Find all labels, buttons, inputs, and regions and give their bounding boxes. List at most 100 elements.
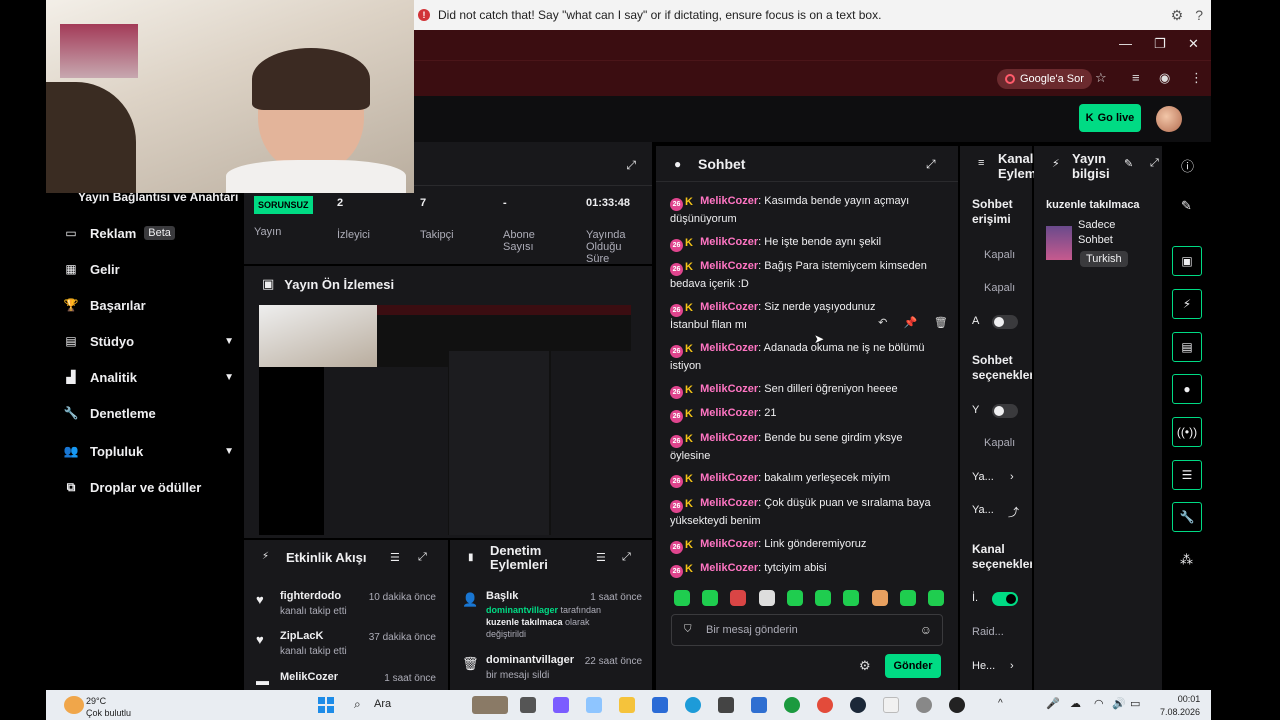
wifi-icon[interactable]: ◠ (1094, 697, 1104, 710)
minimize-icon[interactable]: — (1119, 36, 1132, 51)
taskbar-search[interactable]: ⌕ Ara (344, 695, 524, 715)
gift-icon: ⧉ (66, 479, 76, 494)
emote-icon[interactable] (730, 590, 747, 606)
help-icon[interactable]: ? (1195, 7, 1203, 24)
delete-icon[interactable]: 🗑 (934, 316, 948, 329)
toggle-switch[interactable] (992, 404, 1018, 418)
chrome-icon[interactable] (817, 697, 833, 713)
clock-time[interactable]: 00:01 (1172, 694, 1206, 704)
emote-icon[interactable] (674, 590, 690, 606)
expand-icon[interactable]: ⤢ (1150, 157, 1159, 170)
ya-item[interactable]: Ya... (972, 471, 994, 483)
filter-icon[interactable]: ☰ (390, 551, 400, 564)
expand-icon[interactable]: ⤢ (926, 157, 936, 172)
reply-icon[interactable]: ↶ (878, 316, 887, 329)
sidebar-item-reklam[interactable]: ▭ Reklam Beta (64, 220, 234, 246)
sidebar-item-denetleme[interactable]: 🔧 Denetleme (64, 400, 234, 426)
emote-icon[interactable] (871, 590, 888, 606)
microphone-icon[interactable]: 🎤 (1046, 697, 1060, 710)
bookmark-star-icon[interactable]: ☆ (1095, 70, 1107, 86)
settings-gear-icon[interactable]: ⚙ (1171, 7, 1184, 24)
app-icon[interactable] (949, 697, 965, 713)
share-icon[interactable]: ⁂ (1180, 552, 1193, 568)
rail-button-bolt[interactable]: ⚡ (1172, 289, 1202, 319)
channel-actions-title: Kanal Eylemleri (998, 151, 1038, 181)
dictation-bar: ! Did not catch that! Say "what can I sa… (414, 0, 1211, 30)
toggle-switch[interactable] (992, 315, 1018, 329)
expand-icon[interactable]: ⤢ (418, 551, 427, 564)
windows-start-icon[interactable] (318, 697, 334, 713)
edit-pencil-icon[interactable]: ✎ (1181, 198, 1192, 214)
send-button[interactable]: Gönder (885, 654, 941, 678)
toggle-switch-on[interactable] (992, 592, 1018, 606)
rail-button-layout[interactable]: ☰ (1172, 460, 1202, 490)
y-label: Y (972, 404, 980, 416)
he-item[interactable]: He... (972, 660, 995, 672)
filter-icon[interactable]: ☰ (596, 551, 606, 564)
profile-icon[interactable]: ◉ (1159, 70, 1170, 86)
ya-item[interactable]: Ya... (972, 504, 994, 516)
raid-item[interactable]: Raid... (972, 626, 1004, 638)
rail-button-screenshot[interactable]: ▣ (1172, 246, 1202, 276)
info-icon[interactable]: ⓘ (1181, 156, 1194, 175)
emoji-icon[interactable]: ☺ (920, 623, 932, 637)
subscriber-badge-icon: 26 (670, 475, 683, 488)
store-icon[interactable] (652, 697, 668, 713)
emote-icon[interactable] (815, 590, 832, 606)
settings-gear-icon[interactable]: ⚙ (859, 658, 871, 674)
avatar[interactable] (1156, 106, 1182, 132)
chevron-up-icon[interactable]: ^ (998, 698, 1003, 709)
app-icon[interactable] (718, 697, 734, 713)
go-live-button[interactable]: K Go live (1079, 104, 1141, 132)
copilot-icon[interactable] (553, 697, 569, 713)
sidebar-item-topluluk[interactable]: 👥 Topluluk ▼ (64, 438, 234, 464)
stream-preview-video[interactable] (259, 305, 631, 535)
chat-message: 26 K MelikCozer: Kasımda bende yayın açma… (670, 195, 910, 225)
emote-icon[interactable] (899, 590, 916, 606)
sidebar-item-studyo[interactable]: ▤ Stüdyo ▼ (64, 328, 234, 354)
closed-value[interactable]: Kapalı (984, 249, 1015, 261)
sidebar-item-droplar[interactable]: ⧉ Droplar ve ödüller (64, 474, 234, 500)
emote-icon[interactable] (786, 590, 803, 606)
viewers-stat: 2 İzleyici (337, 197, 371, 241)
maximize-icon[interactable]: ❐ (1154, 36, 1166, 52)
close-icon[interactable]: ✕ (1188, 36, 1199, 52)
emote-icon[interactable] (843, 590, 860, 606)
pin-icon[interactable]: 📌 (904, 316, 918, 329)
language-tag: Turkish (1080, 251, 1128, 267)
expand-icon[interactable]: ⤢ (626, 158, 636, 173)
onedrive-icon[interactable]: ☁ (1070, 697, 1081, 710)
edge-icon[interactable] (685, 697, 701, 713)
widgets-icon[interactable] (586, 697, 602, 713)
settings-gear-icon[interactable] (916, 697, 932, 713)
emote-icon[interactable] (758, 590, 775, 606)
rail-button-broadcast[interactable]: ((•)) (1172, 417, 1202, 447)
closed-value[interactable]: Kapalı (984, 282, 1015, 294)
vscode-icon[interactable] (751, 697, 767, 713)
emote-icon[interactable] (927, 590, 944, 606)
dictation-message: Did not catch that! Say "what can I say"… (438, 8, 882, 22)
clock-date[interactable]: 7.08.2026 (1160, 707, 1200, 717)
battery-icon[interactable]: ▭ (1130, 697, 1140, 710)
media-icon[interactable]: ≡ (1132, 70, 1140, 85)
rail-button-wrench[interactable]: 🔧 (1172, 502, 1202, 532)
closed-value[interactable]: Kapalı (984, 437, 1015, 449)
task-view-icon[interactable] (520, 697, 536, 713)
volume-icon[interactable]: 🔊 (1112, 697, 1126, 710)
menu-icon[interactable]: ⋮ (1190, 70, 1203, 86)
expand-icon[interactable]: ⤢ (622, 551, 631, 564)
emote-icon[interactable] (702, 590, 719, 606)
rail-button-chat[interactable]: ● (1172, 374, 1202, 404)
rail-button-document[interactable]: ▤ (1172, 332, 1202, 362)
file-explorer-icon[interactable] (619, 697, 635, 713)
browser-toolbar: Google'a Sor ☆ ≡ ◉ ⋮ (414, 60, 1211, 96)
steam-icon[interactable] (850, 697, 866, 713)
google-ask-button[interactable]: Google'a Sor (997, 69, 1092, 89)
sidebar-item-analitik[interactable]: ▟ Analitik ▼ (64, 364, 234, 390)
sidebar-item-basarilar[interactable]: 🏆 Başarılar (64, 292, 234, 318)
xbox-icon[interactable] (784, 697, 800, 713)
sidebar-item-gelir[interactable]: ▦ Gelir (64, 256, 234, 282)
edit-pencil-icon[interactable]: ✎ (1124, 157, 1133, 170)
app-icon[interactable] (883, 697, 899, 713)
chat-message-input[interactable]: ⛉ Bir mesaj gönderin ☺ (671, 614, 943, 646)
